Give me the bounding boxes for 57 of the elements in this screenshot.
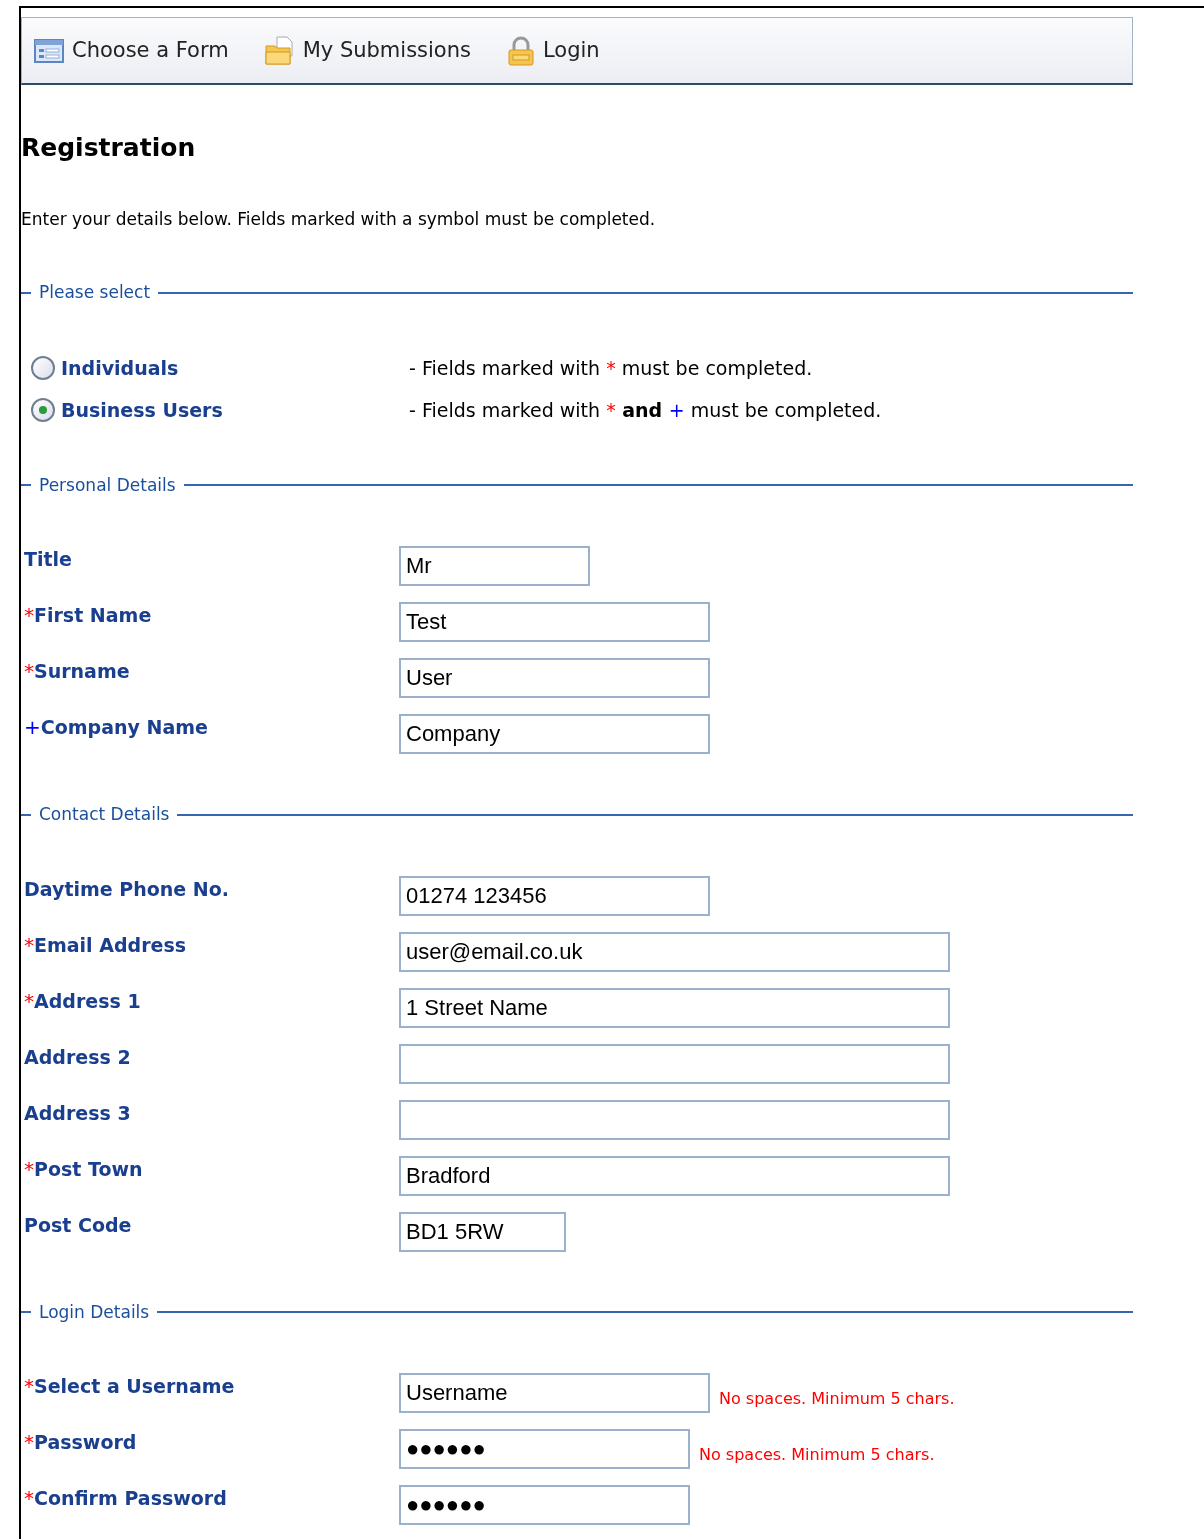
option-note: - Fields marked with * must be completed. <box>409 355 813 381</box>
text-field[interactable]: Mr <box>399 546 590 586</box>
text-field[interactable]: 01274 123456 <box>399 875 710 916</box>
folder-icon <box>264 35 295 66</box>
field-hint: No spaces. Minimum 5 chars. <box>699 1444 935 1466</box>
required-marker: * <box>24 1156 34 1181</box>
field-label: Email Address <box>34 932 187 957</box>
text-field[interactable]: Bradford <box>399 1155 950 1196</box>
toolbar-link[interactable]: Login <box>542 34 600 67</box>
required-marker: * <box>24 603 34 627</box>
field-label: Address 2 <box>24 1044 131 1069</box>
field-label: Post Town <box>34 1156 143 1181</box>
field-label: Title <box>24 547 72 571</box>
intro-text: Enter your details below. Fields marked with a symbol must be completed. <box>21 207 657 231</box>
radio-button[interactable] <box>31 398 55 423</box>
form-icon <box>34 37 64 64</box>
text-field[interactable]: Username <box>399 1373 710 1413</box>
toolbar-link[interactable]: My Submissions <box>302 34 471 67</box>
text-field[interactable] <box>399 1043 950 1084</box>
text-field[interactable]: Company <box>399 714 710 754</box>
field-label: Post Code <box>24 1212 132 1237</box>
text-field[interactable]: ●●●●●● <box>399 1485 690 1525</box>
section-legend: Please select <box>39 280 151 306</box>
field-label: First Name <box>34 603 152 627</box>
field-hint: No spaces. Minimum 5 chars. <box>719 1388 955 1410</box>
radio-label[interactable]: Business Users <box>61 396 223 425</box>
required-marker: * <box>24 988 34 1013</box>
lock-icon <box>506 35 535 66</box>
text-field[interactable] <box>399 1099 950 1140</box>
radio-label[interactable]: Individuals <box>61 353 179 382</box>
field-label: Daytime Phone No. <box>24 876 229 901</box>
toolbar-link[interactable]: Choose a Form <box>72 34 229 67</box>
required-marker: + <box>24 715 41 739</box>
section-legend: Personal Details <box>39 472 176 498</box>
field-label: Address 1 <box>34 988 141 1013</box>
radio-button[interactable] <box>31 355 55 380</box>
text-field[interactable]: BD1 5RW <box>399 1211 566 1252</box>
section-legend: Login Details <box>39 1299 150 1325</box>
text-field[interactable]: User <box>399 658 710 698</box>
field-label: Confirm Password <box>34 1486 227 1510</box>
text-field[interactable]: 1 Street Name <box>399 987 950 1028</box>
option-note: - Fields marked with * and + must be completed. <box>409 398 882 423</box>
required-marker: * <box>24 1486 34 1510</box>
field-label: Address 3 <box>24 1100 131 1125</box>
field-label: Company Name <box>40 715 208 739</box>
field-label: Select a Username <box>34 1374 235 1398</box>
text-field[interactable]: ●●●●●● <box>399 1429 690 1469</box>
section-legend: Contact Details <box>39 802 170 828</box>
required-marker: * <box>24 1430 34 1454</box>
field-label: Password <box>34 1430 137 1454</box>
page-heading: Registration <box>21 132 197 164</box>
required-marker: * <box>24 659 34 683</box>
required-marker: * <box>24 932 34 957</box>
text-field[interactable]: user@email.co.uk <box>399 931 950 972</box>
text-field[interactable]: Test <box>399 602 710 642</box>
required-marker: * <box>24 1374 34 1398</box>
field-label: Surname <box>34 659 130 683</box>
